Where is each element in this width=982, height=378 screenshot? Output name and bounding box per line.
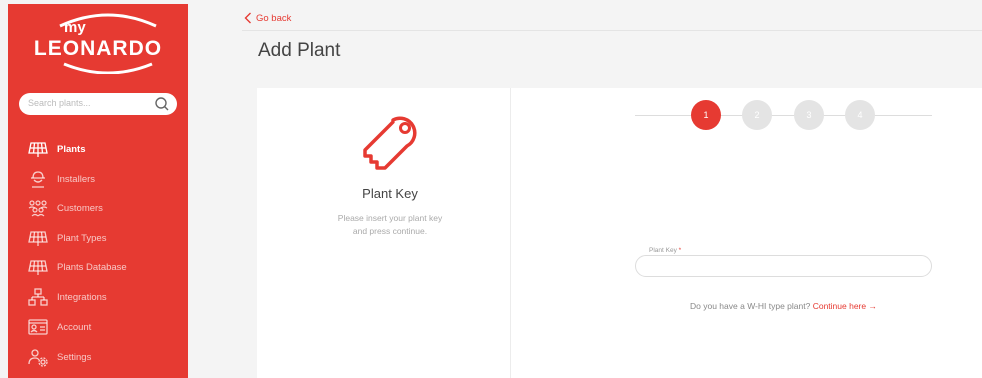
plant-key-description: Please insert your plant key and press c… [310,212,470,238]
key-icon [363,116,417,170]
plant-key-title: Plant Key [362,186,418,201]
whi-question: Do you have a W-HI type plant? [690,301,811,311]
sidebar-item-installers[interactable]: Installers [28,167,188,191]
search-icon[interactable] [153,95,171,113]
header-divider [242,30,982,31]
plant-key-label-text: Plant Key [649,247,677,254]
network-icon [28,288,48,306]
sidebar-item-integrations[interactable]: Integrations [28,285,188,309]
step-1: 1 [691,100,721,130]
sidebar-item-settings[interactable]: Settings [28,345,188,369]
brand-logo[interactable]: my LEONARDO [8,10,188,75]
solar-panel-icon [28,260,48,275]
stepper-track [635,115,932,116]
sidebar-item-label: Account [57,321,92,333]
sidebar-item-plants-database[interactable]: Plants Database [28,255,188,279]
solar-panel-icon [28,231,48,246]
sidebar-item-label: Plants Database [57,261,127,273]
id-card-icon [28,319,48,335]
step-4: 4 [845,100,875,130]
sidebar-item-label: Plants [57,143,86,155]
worker-helmet-icon [31,171,45,188]
plant-key-label: Plant Key * [649,247,681,254]
logo-top-text: my [64,19,86,36]
step-3: 3 [794,100,824,130]
chevron-left-icon [244,12,251,24]
required-mark: * [678,247,682,254]
whi-prompt: Do you have a W-HI type plant? Continue … [635,301,932,311]
sidebar-item-label: Integrations [57,291,107,303]
card-divider [510,88,511,378]
user-settings-icon [28,349,48,367]
sidebar-item-label: Installers [57,173,96,185]
description-line: Please insert your plant key [337,213,443,223]
people-group-icon [28,200,48,217]
sidebar-item-label: Plant Types [57,232,107,244]
search-box[interactable]: Search plants... [19,93,177,115]
sidebar-item-plants[interactable]: Plants [28,137,188,161]
go-back-link[interactable]: Go back [244,12,291,24]
sidebar-item-account[interactable]: Account [28,315,188,339]
sidebar-item-plant-types[interactable]: Plant Types [28,226,188,250]
go-back-label: Go back [256,12,292,24]
sidebar-item-customers[interactable]: Customers [28,196,188,220]
solar-panel-icon [28,142,48,157]
logo-main-text: LEONARDO [34,37,162,60]
continue-here-link[interactable]: Continue here → [813,301,877,311]
search-placeholder: Search plants... [28,98,91,108]
sidebar-item-label: Settings [57,351,92,363]
sidebar-item-label: Customers [57,202,103,214]
page-title: Add Plant [258,40,341,61]
plant-key-input[interactable] [635,255,932,277]
step-2: 2 [742,100,772,130]
app-root: my LEONARDO Search plants... Plants Inst… [0,0,982,378]
description-line: and press continue. [352,226,428,236]
